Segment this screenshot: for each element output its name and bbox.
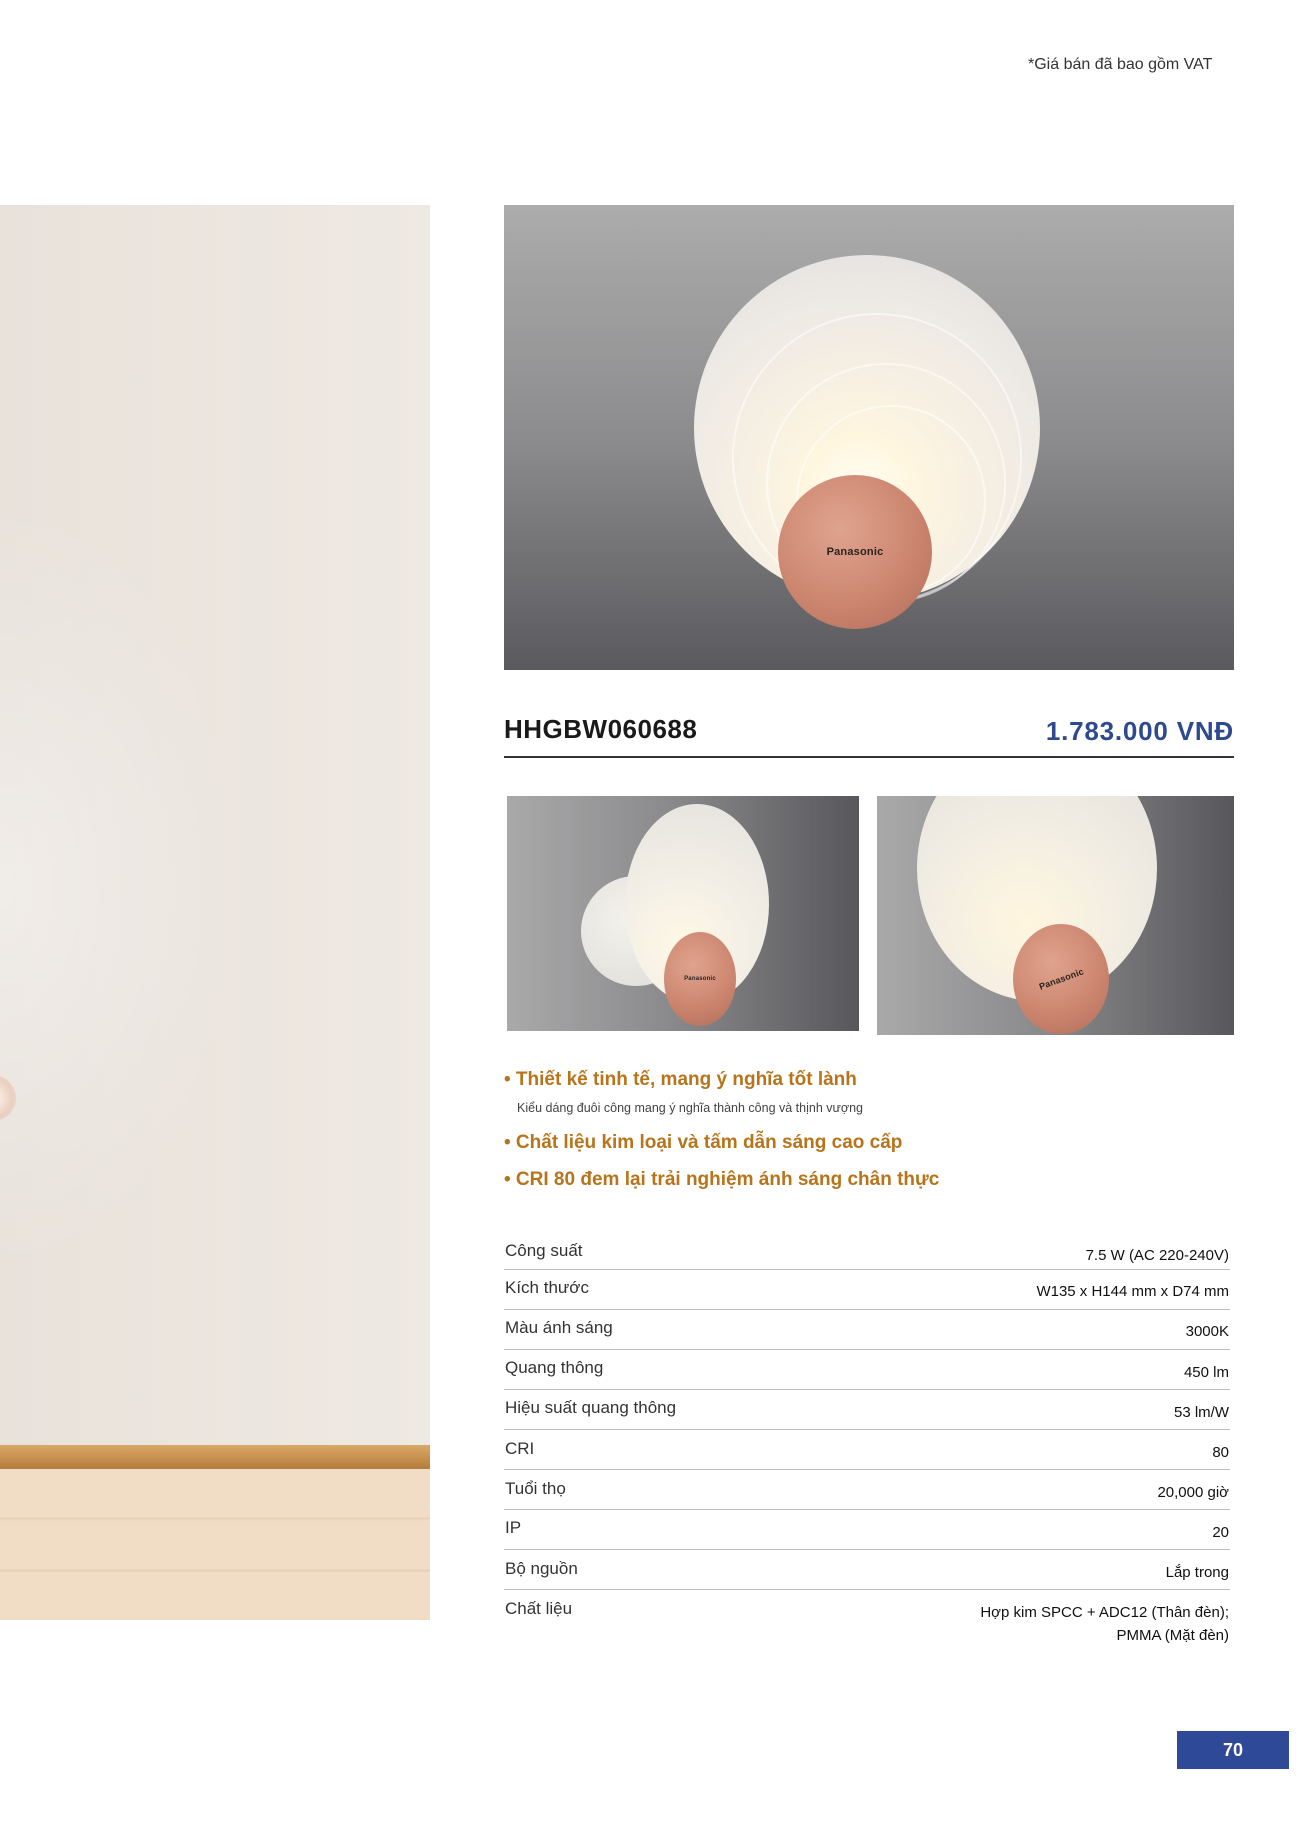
product-price: 1.783.000 VNĐ bbox=[1045, 716, 1234, 746]
spec-row: Chất liệu Hợp kim SPCC + ADC12 (Thân đèn… bbox=[504, 1590, 1230, 1650]
copper-cap: Panasonic bbox=[1013, 924, 1109, 1034]
feature-1-subtitle: Kiểu dáng đuôi công mang ý nghĩa thành c… bbox=[517, 1101, 863, 1115]
product-model: HHGBW060688 bbox=[504, 714, 698, 744]
spec-label: Chất liệu bbox=[505, 1599, 573, 1618]
spec-value: 20,000 giờ bbox=[1157, 1484, 1229, 1501]
spec-value: 53 lm/W bbox=[1173, 1404, 1229, 1421]
spec-value: W135 x H144 mm x D74 mm bbox=[1036, 1283, 1229, 1300]
spec-label: Màu ánh sáng bbox=[505, 1318, 613, 1337]
spec-label: IP bbox=[505, 1518, 522, 1537]
spec-value-line: PMMA (Mặt đèn) bbox=[1116, 1627, 1229, 1645]
spec-label: CRI bbox=[505, 1439, 535, 1458]
spec-label: Công suất bbox=[505, 1241, 583, 1260]
product-thumbnail-side: Panasonic bbox=[507, 796, 859, 1031]
spec-label: Bộ nguồn bbox=[505, 1559, 578, 1578]
vat-note: *Giá bán đã bao gồm VAT bbox=[1028, 56, 1213, 73]
panasonic-logo: Panasonic bbox=[684, 976, 716, 982]
spec-row: CRI 80 bbox=[504, 1430, 1230, 1470]
spec-value: Lắp trong bbox=[1165, 1564, 1229, 1581]
spec-label: Tuổi thọ bbox=[505, 1479, 566, 1498]
product-title-row: HHGBW060688 1.783.000 VNĐ bbox=[504, 712, 1234, 758]
spec-value-line: Hợp kim SPCC + ADC12 (Thân đèn); bbox=[980, 1604, 1229, 1621]
spec-row: Hiệu suất quang thông 53 lm/W bbox=[504, 1390, 1230, 1430]
spec-value: 3000K bbox=[1185, 1323, 1229, 1340]
feature-1-title: • Thiết kế tinh tế, mang ý nghĩa tốt làn… bbox=[504, 1069, 857, 1090]
wood-floor bbox=[0, 1469, 430, 1620]
spec-value: 450 lm bbox=[1183, 1364, 1229, 1381]
spec-row: Bộ nguồn Lắp trong bbox=[504, 1550, 1230, 1590]
page-number: 70 bbox=[1177, 1731, 1289, 1769]
product-thumbnail-angle: Panasonic bbox=[877, 796, 1234, 1035]
wood-skirting bbox=[0, 1445, 430, 1469]
feature-3-title: • CRI 80 đem lại trải nghiệm ánh sáng ch… bbox=[504, 1169, 940, 1190]
spec-row: Kích thước W135 x H144 mm x D74 mm bbox=[504, 1270, 1230, 1310]
spec-row: Tuổi thọ 20,000 giờ bbox=[504, 1470, 1230, 1510]
spec-value: 80 bbox=[1212, 1444, 1229, 1461]
spec-value: 20 bbox=[1212, 1524, 1229, 1541]
spec-row: IP 20 bbox=[504, 1510, 1230, 1550]
copper-cap: Panasonic bbox=[664, 932, 736, 1026]
lifestyle-photo bbox=[0, 205, 430, 1620]
spec-label: Hiệu suất quang thông bbox=[505, 1398, 677, 1417]
wall-background bbox=[0, 205, 430, 1445]
copper-cap: Panasonic bbox=[778, 475, 932, 629]
spec-row: Công suất 7.5 W (AC 220-240V) bbox=[504, 1234, 1230, 1270]
spec-label: Quang thông bbox=[505, 1358, 604, 1377]
panasonic-logo: Panasonic bbox=[826, 546, 884, 558]
feature-2-title: • Chất liệu kim loại và tấm dẫn sáng cao… bbox=[504, 1132, 903, 1153]
spec-label: Kích thước bbox=[505, 1278, 589, 1297]
product-main-image: Panasonic bbox=[504, 205, 1234, 670]
panasonic-logo: Panasonic bbox=[1037, 966, 1085, 992]
spec-value: Hợp kim SPCC + ADC12 (Thân đèn); PMMA (M… bbox=[980, 1601, 1229, 1648]
spec-row: Màu ánh sáng 3000K bbox=[504, 1310, 1230, 1350]
spec-value: 7.5 W (AC 220-240V) bbox=[1085, 1247, 1229, 1264]
spec-row: Quang thông 450 lm bbox=[504, 1350, 1230, 1390]
